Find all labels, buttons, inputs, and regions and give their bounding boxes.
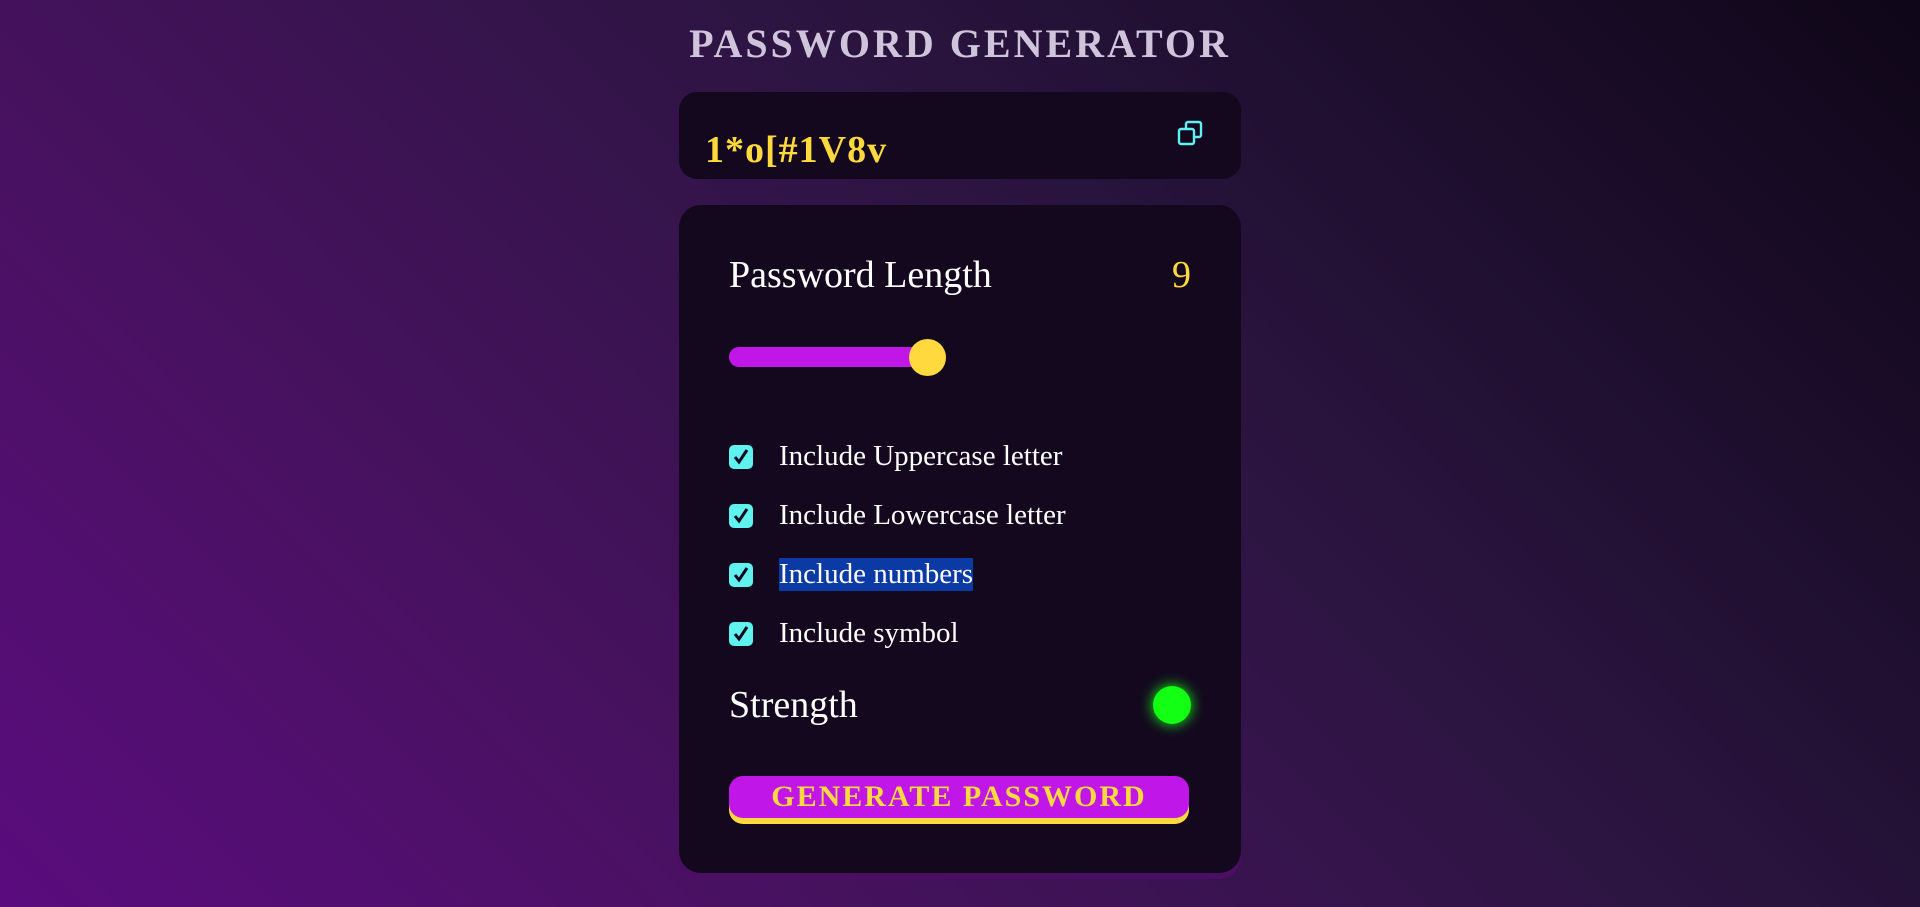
length-value: 9 bbox=[1172, 254, 1191, 296]
option-numbers[interactable]: Include numbers bbox=[729, 545, 1066, 604]
generate-password-button[interactable]: GENERATE PASSWORD bbox=[729, 776, 1189, 818]
checkbox-checked-icon[interactable] bbox=[729, 503, 753, 528]
checkbox-checked-icon[interactable] bbox=[729, 621, 753, 646]
copy-icon[interactable] bbox=[1177, 120, 1205, 148]
option-label: Include symbol bbox=[779, 617, 959, 649]
option-label: Include numbers bbox=[779, 558, 974, 591]
checkbox-checked-icon[interactable] bbox=[729, 444, 753, 469]
length-row: Password Length 9 bbox=[729, 253, 1191, 297]
option-label: Include Uppercase letter bbox=[779, 440, 1063, 472]
option-uppercase[interactable]: Include Uppercase letter bbox=[729, 427, 1066, 486]
length-slider[interactable] bbox=[729, 339, 949, 376]
strength-row: Strength bbox=[729, 683, 1191, 727]
option-symbol[interactable]: Include symbol bbox=[729, 604, 1066, 663]
password-display: 1*o[#1V8v bbox=[679, 92, 1241, 179]
options-list: Include Uppercase letter Include Lowerca… bbox=[729, 427, 1066, 663]
password-text: 1*o[#1V8v bbox=[705, 129, 888, 171]
option-label: Include Lowercase letter bbox=[779, 499, 1066, 531]
strength-label: Strength bbox=[729, 684, 858, 726]
page-title: PASSWORD GENERATOR bbox=[689, 21, 1231, 66]
settings-panel: Password Length 9 Include Uppercase lett… bbox=[679, 205, 1241, 873]
length-label: Password Length bbox=[729, 254, 992, 296]
strength-indicator bbox=[1153, 686, 1191, 724]
checkbox-checked-icon[interactable] bbox=[729, 562, 753, 587]
slider-thumb[interactable] bbox=[909, 339, 946, 376]
option-lowercase[interactable]: Include Lowercase letter bbox=[729, 486, 1066, 545]
slider-track bbox=[729, 347, 929, 367]
